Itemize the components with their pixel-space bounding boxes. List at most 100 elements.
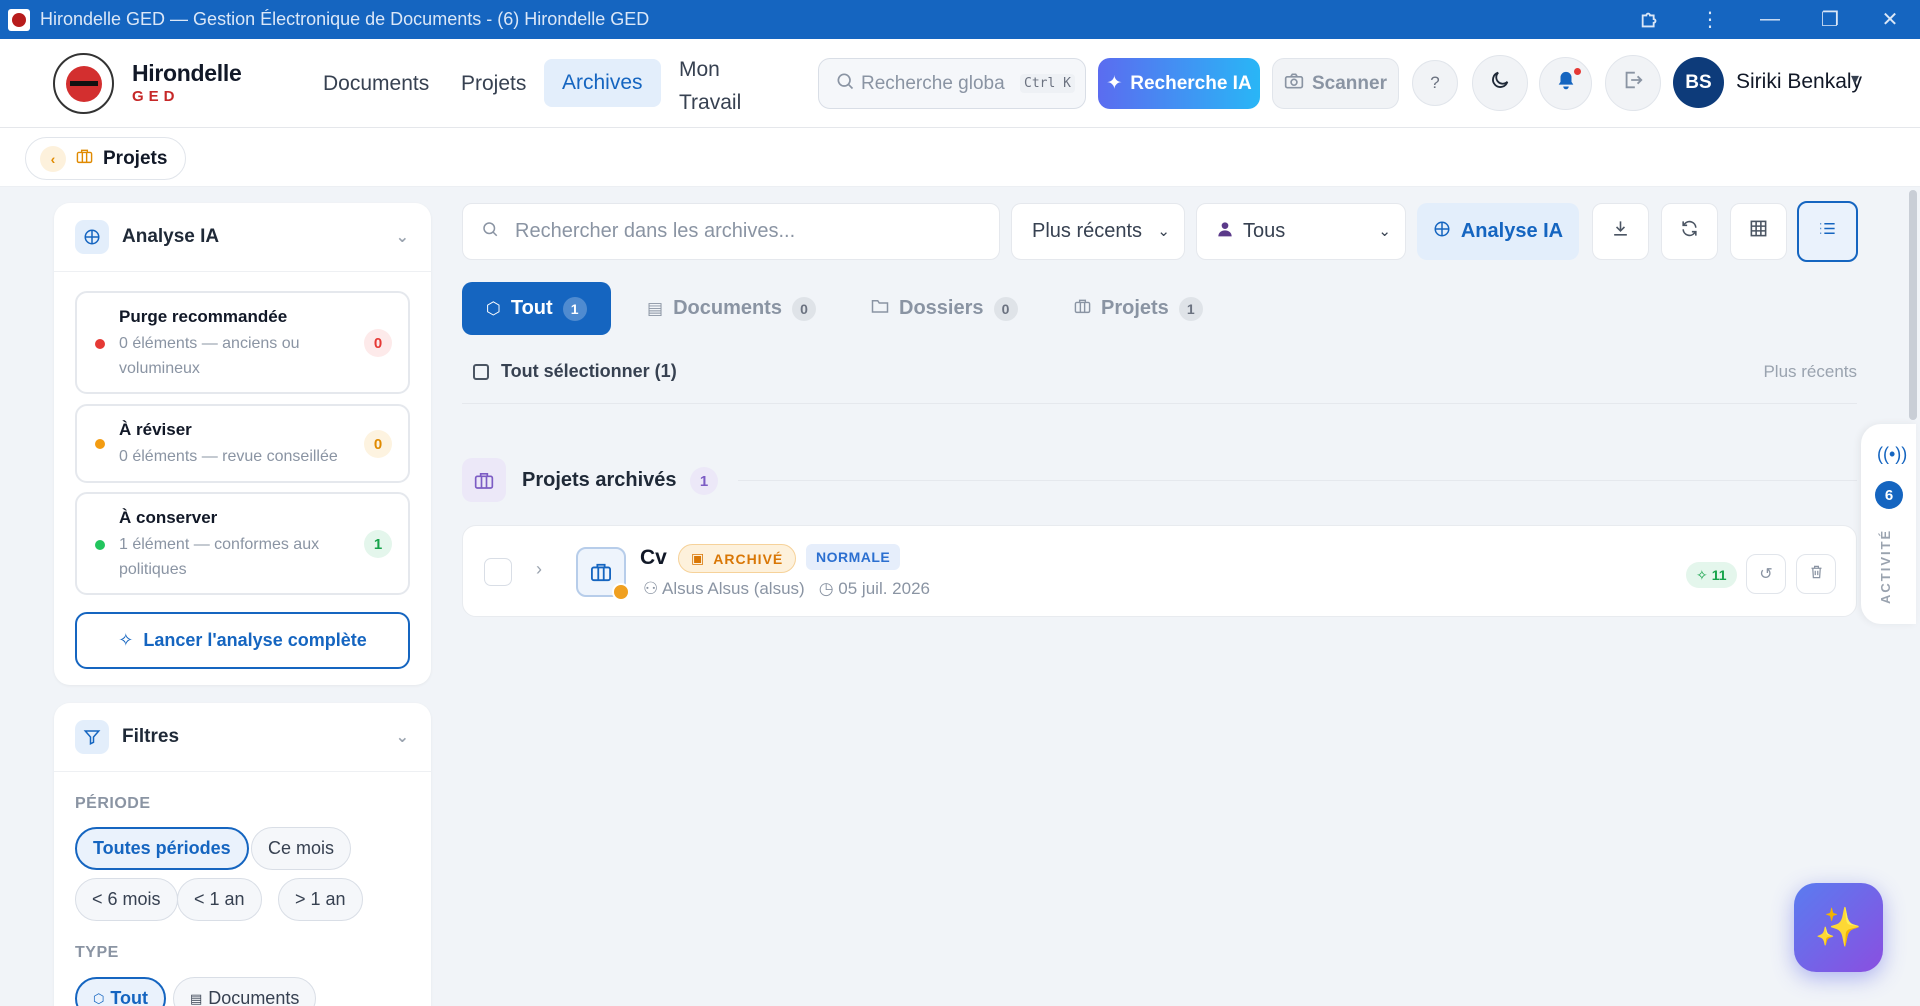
recommendation-keep[interactable]: À conserver 1 élément — conformes aux po… bbox=[75, 492, 410, 595]
filters-panel: Filtres ⌄ PÉRIODE Toutes périodes Ce moi… bbox=[54, 703, 431, 1006]
item-name[interactable]: Cv bbox=[640, 546, 667, 570]
table-row[interactable]: › Cv ▣ ARCHIVÉ NORMALE ⚇ Alsus Alsus (al… bbox=[462, 525, 1857, 617]
document-icon: ▤ bbox=[647, 298, 664, 318]
nav-projets[interactable]: Projets bbox=[461, 72, 526, 96]
recommendation-desc: 1 élément — conformes aux politiques bbox=[119, 536, 320, 578]
tab-documents[interactable]: ▤ Documents 0 bbox=[623, 282, 840, 335]
brand-name: Hirondelle bbox=[132, 60, 242, 86]
status-badge: ▣ ARCHIVÉ bbox=[678, 544, 797, 573]
tab-label: Tout bbox=[510, 297, 553, 319]
launch-analysis-button[interactable]: ✧ Lancer l'analyse complète bbox=[75, 612, 410, 669]
archive-badge-icon bbox=[612, 583, 630, 601]
logout-button[interactable] bbox=[1605, 55, 1661, 111]
recommendation-title: À réviser bbox=[119, 420, 192, 439]
group-title: Projets archivés bbox=[522, 469, 677, 491]
sparkle-icon: ✧ bbox=[1696, 566, 1708, 583]
select-all-label[interactable]: Tout sélectionner (1) bbox=[501, 361, 677, 382]
period-label: PÉRIODE bbox=[75, 795, 151, 812]
row-checkbox[interactable] bbox=[484, 558, 512, 586]
restore-icon[interactable]: ❐ bbox=[1800, 0, 1860, 39]
item-date-value: 05 juil. 2026 bbox=[838, 579, 930, 598]
recommendation-desc: 0 éléments — anciens ou volumineux bbox=[119, 335, 300, 377]
scanner-button[interactable]: Scanner bbox=[1272, 58, 1399, 109]
filters-header[interactable]: Filtres ⌄ bbox=[54, 703, 431, 772]
delete-button[interactable] bbox=[1796, 554, 1836, 594]
briefcase-icon bbox=[76, 148, 93, 169]
help-button[interactable]: ? bbox=[1412, 60, 1458, 106]
nav-mon-travail[interactable]: Mon Travail bbox=[679, 53, 741, 119]
global-search-input[interactable]: Recherche globa Ctrl K bbox=[818, 58, 1086, 109]
refresh-button[interactable] bbox=[1661, 203, 1718, 260]
recommendation-count: 0 bbox=[364, 329, 392, 357]
minimize-icon[interactable]: — bbox=[1740, 0, 1800, 39]
global-search-placeholder: Recherche globa bbox=[861, 72, 1005, 94]
theme-toggle-button[interactable] bbox=[1472, 55, 1528, 111]
ai-search-button[interactable]: ✦ Recherche IA bbox=[1098, 58, 1260, 109]
user-name[interactable]: Siriki Benkaly bbox=[1736, 70, 1862, 94]
folder-icon bbox=[871, 297, 889, 320]
recommendation-purge[interactable]: Purge recommandée 0 éléments — anciens o… bbox=[75, 291, 410, 394]
extensions-icon[interactable] bbox=[1620, 0, 1680, 39]
restore-button[interactable]: ↺ bbox=[1746, 554, 1786, 594]
period-over-1year-chip[interactable]: > 1 an bbox=[278, 878, 363, 921]
app-header: Hirondelle GED Documents Projets Archive… bbox=[0, 39, 1920, 128]
brand-sub: GED bbox=[132, 88, 180, 105]
user-avatar[interactable]: BS bbox=[1673, 57, 1724, 108]
more-menu-icon[interactable]: ⋮ bbox=[1680, 0, 1740, 39]
activity-panel-tab[interactable]: ((•)) 6 ACTIVITÉ bbox=[1861, 424, 1916, 624]
archive-search-input[interactable]: Rechercher dans les archives... bbox=[462, 203, 1000, 260]
owner-select[interactable]: Tous ⌄ bbox=[1196, 203, 1406, 260]
recommendation-review[interactable]: À réviser 0 éléments — revue conseillée … bbox=[75, 404, 410, 483]
type-label: TYPE bbox=[75, 944, 119, 961]
cube-icon: ⬡ bbox=[486, 298, 501, 318]
window-titlebar: Hirondelle GED — Gestion Électronique de… bbox=[0, 0, 1920, 39]
type-documents-chip[interactable]: ▤ Documents bbox=[173, 977, 317, 1006]
download-button[interactable] bbox=[1592, 203, 1649, 260]
analyse-ia-header[interactable]: Analyse IA ⌄ bbox=[54, 203, 431, 272]
type-all-chip[interactable]: ⬡ Tout bbox=[75, 977, 167, 1006]
user-menu-caret-icon[interactable]: ▾ bbox=[1851, 69, 1859, 89]
chevron-down-icon[interactable]: ⌄ bbox=[396, 727, 409, 747]
user-icon: ⚇ bbox=[643, 579, 659, 598]
period-1year-chip[interactable]: < 1 an bbox=[177, 878, 262, 921]
tab-dossiers[interactable]: Dossiers 0 bbox=[847, 282, 1042, 335]
notifications-button[interactable] bbox=[1539, 57, 1592, 110]
period-all-chip[interactable]: Toutes périodes bbox=[75, 827, 249, 870]
nav-documents[interactable]: Documents bbox=[323, 72, 429, 96]
owner-value: Tous bbox=[1243, 220, 1286, 242]
chevron-down-icon: ⌄ bbox=[1157, 223, 1170, 240]
tab-projets[interactable]: Projets 1 bbox=[1050, 282, 1227, 335]
grid-view-button[interactable] bbox=[1730, 203, 1787, 260]
camera-icon bbox=[1284, 72, 1304, 96]
brand-logo[interactable] bbox=[53, 53, 114, 114]
list-view-button[interactable] bbox=[1797, 201, 1858, 262]
group-divider bbox=[738, 480, 1857, 481]
user-icon bbox=[1217, 220, 1233, 243]
period-6months-chip[interactable]: < 6 mois bbox=[75, 878, 178, 921]
bell-icon bbox=[1555, 70, 1577, 98]
period-month-chip[interactable]: Ce mois bbox=[251, 827, 352, 870]
chevron-down-icon: ⌄ bbox=[1378, 223, 1391, 240]
chevron-right-icon[interactable]: › bbox=[536, 559, 542, 580]
close-icon[interactable]: ✕ bbox=[1860, 0, 1920, 39]
status-badge-label: ARCHIVÉ bbox=[713, 550, 784, 567]
filter-icon bbox=[75, 720, 109, 754]
ai-score-badge: ✧ 11 bbox=[1686, 562, 1737, 588]
group-count: 1 bbox=[690, 467, 718, 495]
nav-mon-travail-line2: Travail bbox=[679, 91, 742, 114]
ai-assistant-button[interactable]: ✨ bbox=[1794, 883, 1883, 972]
activity-label: ACTIVITÉ bbox=[1878, 528, 1893, 604]
scrollbar[interactable] bbox=[1909, 190, 1917, 420]
analyse-ia-panel: Analyse IA ⌄ Purge recommandée 0 élément… bbox=[54, 203, 431, 685]
select-all-checkbox[interactable] bbox=[473, 364, 489, 380]
tab-tout[interactable]: ⬡ Tout 1 bbox=[462, 282, 611, 335]
chevron-down-icon[interactable]: ⌄ bbox=[396, 227, 409, 247]
breadcrumb[interactable]: ‹ Projets bbox=[25, 137, 187, 180]
tab-count: 0 bbox=[993, 296, 1018, 321]
brand-text: Hirondelle GED bbox=[132, 60, 242, 105]
analyse-ia-button[interactable]: Analyse IA bbox=[1417, 203, 1579, 260]
tab-count: 1 bbox=[1178, 296, 1203, 321]
back-chevron-icon[interactable]: ‹ bbox=[40, 145, 66, 172]
nav-archives[interactable]: Archives bbox=[544, 59, 661, 107]
sort-select[interactable]: Plus récents ⌄ bbox=[1011, 203, 1185, 260]
